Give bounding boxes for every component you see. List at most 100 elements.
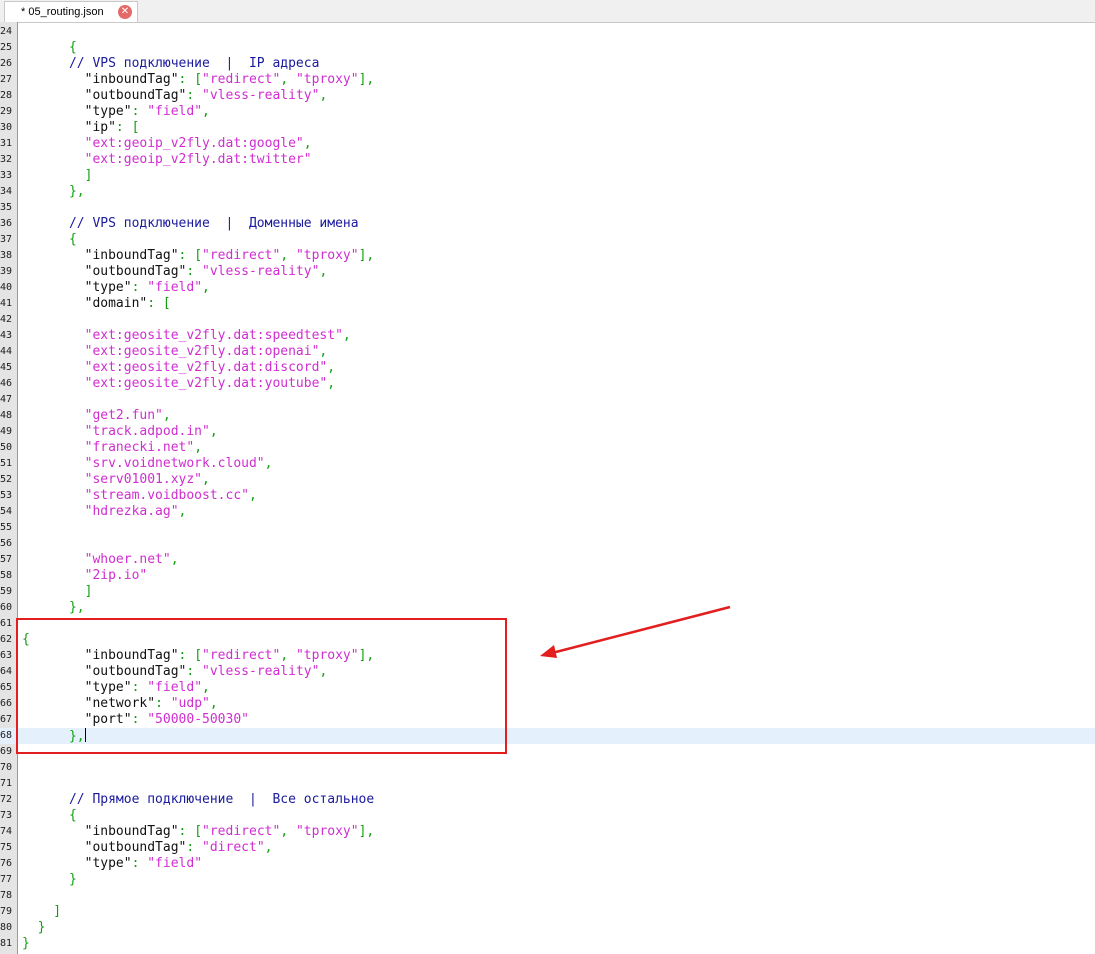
line-number: 46: [0, 378, 13, 389]
code-line[interactable]: 57 "whoer.net",: [0, 552, 1095, 568]
code-text: ]: [22, 904, 61, 920]
code-token: "field": [147, 280, 203, 295]
code-line[interactable]: 76 "type": "field": [0, 856, 1095, 872]
code-token: "outboundTag": [22, 840, 187, 855]
code-line[interactable]: 39 "outboundTag": "vless-reality",: [0, 264, 1095, 280]
code-token: "field": [147, 104, 203, 119]
code-line[interactable]: 45 "ext:geosite_v2fly.dat:discord",: [0, 360, 1095, 376]
code-line[interactable]: 34 },: [0, 184, 1095, 200]
line-number: 34: [0, 186, 13, 197]
tab-title: * 05_routing.json: [21, 6, 104, 18]
code-text: "inboundTag": ["redirect", "tproxy"],: [22, 248, 375, 264]
code-line[interactable]: 27 "inboundTag": ["redirect", "tproxy"],: [0, 72, 1095, 88]
code-line[interactable]: 44 "ext:geosite_v2fly.dat:openai",: [0, 344, 1095, 360]
code-text: "ext:geosite_v2fly.dat:speedtest",: [22, 328, 351, 344]
line-number: 29: [0, 106, 13, 117]
code-text: "outboundTag": "direct",: [22, 840, 273, 856]
code-line[interactable]: 42: [0, 312, 1095, 328]
code-line[interactable]: 72 // Прямое подключение | Все остальное: [0, 792, 1095, 808]
code-line[interactable]: 30 "ip": [: [0, 120, 1095, 136]
line-number: 73: [0, 810, 13, 821]
code-line[interactable]: 75 "outboundTag": "direct",: [0, 840, 1095, 856]
line-number: 76: [0, 858, 13, 869]
code-text: "type": "field",: [22, 104, 210, 120]
code-line[interactable]: 54 "hdrezka.ag",: [0, 504, 1095, 520]
annotation-arrow-icon: [540, 605, 731, 658]
code-token: ],: [358, 72, 375, 87]
code-line[interactable]: 80 }: [0, 920, 1095, 936]
code-token: "ext:geoip_v2fly.dat:twitter": [22, 152, 312, 167]
code-line[interactable]: 32 "ext:geoip_v2fly.dat:twitter": [0, 152, 1095, 168]
code-line[interactable]: 70: [0, 760, 1095, 776]
code-text: "outboundTag": "vless-reality",: [22, 264, 328, 280]
line-number: 55: [0, 522, 13, 533]
code-line[interactable]: 35: [0, 200, 1095, 216]
code-line[interactable]: 48 "get2.fun",: [0, 408, 1095, 424]
code-text: {: [22, 808, 77, 824]
code-line[interactable]: 31 "ext:geoip_v2fly.dat:google",: [0, 136, 1095, 152]
code-token: :: [186, 264, 203, 279]
code-line[interactable]: 40 "type": "field",: [0, 280, 1095, 296]
code-line[interactable]: 58 "2ip.io": [0, 568, 1095, 584]
code-line[interactable]: 74 "inboundTag": ["redirect", "tproxy"],: [0, 824, 1095, 840]
code-token: "redirect": [202, 72, 281, 87]
code-token: :: [186, 88, 203, 103]
line-number: 39: [0, 266, 13, 277]
code-line[interactable]: 71: [0, 776, 1095, 792]
code-text: "inboundTag": ["redirect", "tproxy"],: [22, 72, 375, 88]
code-text: "ext:geoip_v2fly.dat:google",: [22, 136, 312, 152]
line-number: 77: [0, 874, 13, 885]
code-line[interactable]: 43 "ext:geosite_v2fly.dat:speedtest",: [0, 328, 1095, 344]
code-line[interactable]: 56: [0, 536, 1095, 552]
line-number: 48: [0, 410, 13, 421]
code-token: "get2.fun": [22, 408, 163, 423]
code-text: "hdrezka.ag",: [22, 504, 187, 520]
code-text: "inboundTag": ["redirect", "tproxy"],: [22, 824, 375, 840]
line-number: 81: [0, 938, 13, 949]
code-line[interactable]: 26 // VPS подключение | IP адреса: [0, 56, 1095, 72]
code-line[interactable]: 73 {: [0, 808, 1095, 824]
line-number: 24: [0, 26, 13, 37]
line-number: 64: [0, 666, 13, 677]
code-line[interactable]: 24: [0, 24, 1095, 40]
code-text: "type": "field",: [22, 280, 210, 296]
code-token: ,: [319, 264, 328, 279]
code-token: :: [186, 840, 203, 855]
code-line[interactable]: 37 {: [0, 232, 1095, 248]
code-line[interactable]: 47: [0, 392, 1095, 408]
code-line[interactable]: 59 ]: [0, 584, 1095, 600]
code-line[interactable]: 28 "outboundTag": "vless-reality",: [0, 88, 1095, 104]
code-token: "redirect": [202, 248, 281, 263]
code-line[interactable]: 78: [0, 888, 1095, 904]
code-line[interactable]: 50 "franecki.net",: [0, 440, 1095, 456]
code-line[interactable]: 33 ]: [0, 168, 1095, 184]
code-line[interactable]: 79 ]: [0, 904, 1095, 920]
code-token: "hdrezka.ag": [22, 504, 179, 519]
code-line[interactable]: 49 "track.adpod.in",: [0, 424, 1095, 440]
code-line[interactable]: 81}: [0, 936, 1095, 952]
line-number: 26: [0, 58, 13, 69]
code-token: ,: [248, 488, 257, 503]
tab-05-routing-json[interactable]: * 05_routing.json ✕: [4, 1, 138, 22]
code-line[interactable]: 52 "serv01001.xyz",: [0, 472, 1095, 488]
code-line[interactable]: 25 {: [0, 40, 1095, 56]
code-line[interactable]: 55: [0, 520, 1095, 536]
line-number: 31: [0, 138, 13, 149]
code-text: "ext:geosite_v2fly.dat:openai",: [22, 344, 328, 360]
code-line[interactable]: 36 // VPS подключение | Доменные имена: [0, 216, 1095, 232]
code-line[interactable]: 77 }: [0, 872, 1095, 888]
code-text: // VPS подключение | Доменные имена: [22, 216, 359, 232]
code-line[interactable]: 29 "type": "field",: [0, 104, 1095, 120]
code-line[interactable]: 46 "ext:geosite_v2fly.dat:youtube",: [0, 376, 1095, 392]
code-line[interactable]: 41 "domain": [: [0, 296, 1095, 312]
code-line[interactable]: 53 "stream.voidboost.cc",: [0, 488, 1095, 504]
code-token: "inboundTag": [22, 824, 179, 839]
code-text: }: [22, 936, 30, 952]
code-editor[interactable]: 24 25 {26 // VPS подключение | IP адреса 2…: [0, 22, 1095, 954]
code-token: "ext:geosite_v2fly.dat:openai": [22, 344, 320, 359]
code-line[interactable]: 51 "srv.voidnetwork.cloud",: [0, 456, 1095, 472]
close-icon[interactable]: ✕: [118, 5, 132, 19]
code-line[interactable]: 38 "inboundTag": ["redirect", "tproxy"],: [0, 248, 1095, 264]
code-token: : [: [178, 824, 203, 839]
code-token: // VPS подключение | IP адреса: [22, 56, 320, 71]
